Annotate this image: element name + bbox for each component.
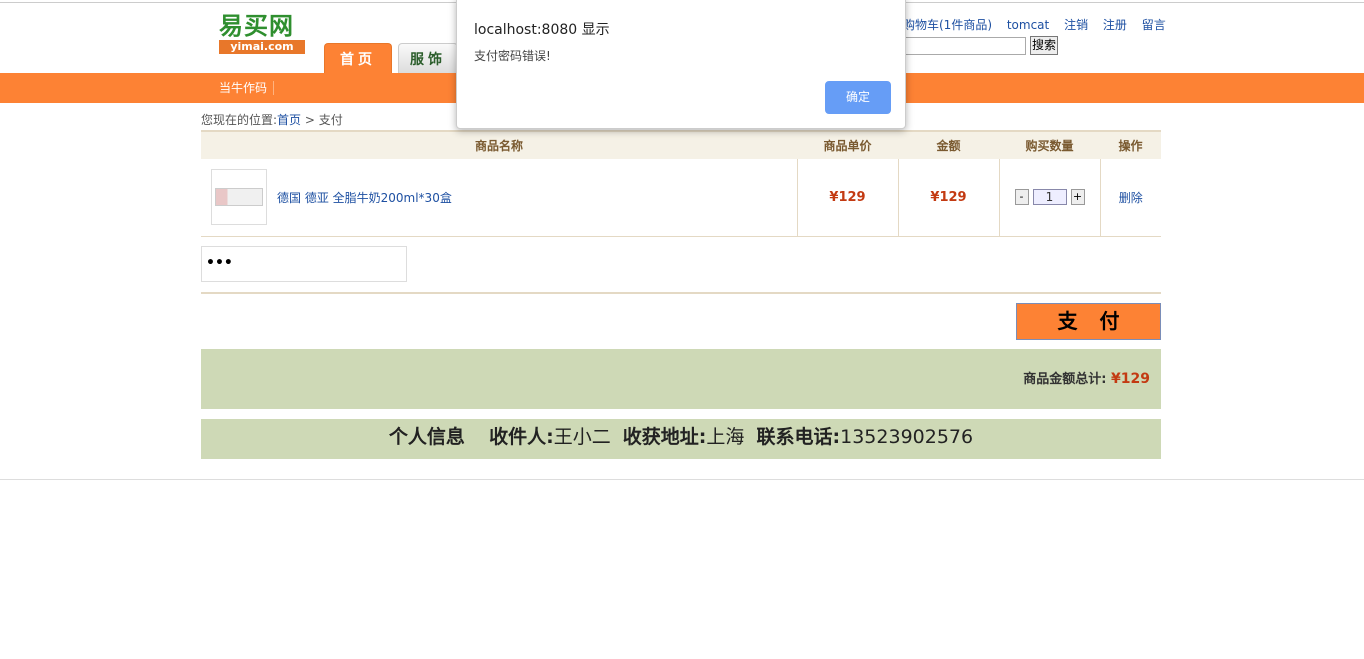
- total-label: 商品金额总计:: [1023, 372, 1107, 387]
- col-header-unit-price: 商品单价: [797, 130, 898, 159]
- col-header-name: 商品名称: [201, 130, 797, 159]
- dialog-message: 支付密码错误!: [474, 49, 551, 63]
- footer-divider: [0, 479, 1364, 480]
- divider: [201, 292, 1161, 294]
- col-header-action: 操作: [1100, 130, 1161, 159]
- logo-text-en: yimai.com: [219, 40, 305, 54]
- receiver-name: 王小二: [553, 426, 611, 448]
- alert-dialog: localhost:8080 显示 支付密码错误! 确定: [456, 0, 906, 129]
- message-link[interactable]: 留言: [1142, 18, 1166, 32]
- total-panel: 商品金额总计: ¥129: [201, 349, 1161, 409]
- sub-nav-item[interactable]: 当牛作码: [219, 81, 275, 95]
- search-input[interactable]: [905, 37, 1026, 55]
- logout-link[interactable]: 注销: [1064, 18, 1088, 32]
- product-name[interactable]: 德国 德亚 全脂牛奶200ml*30盒: [277, 189, 452, 206]
- tab-home[interactable]: 首页: [324, 43, 392, 73]
- logo-text-cn: 易买网: [219, 11, 294, 40]
- dialog-title: localhost:8080 显示: [474, 22, 610, 38]
- top-links: 购物车(1件商品) tomcat 注销 注册 留言: [903, 16, 1177, 33]
- receiver-section-title: 个人信息: [388, 426, 465, 448]
- user-link[interactable]: tomcat: [1007, 18, 1049, 32]
- tab-clothing[interactable]: 服饰: [398, 43, 458, 73]
- breadcrumb-current: 支付: [318, 113, 343, 127]
- receiver-phone: 13523902576: [840, 426, 974, 448]
- delete-link[interactable]: 删除: [1119, 191, 1143, 205]
- table-row: 德国 德亚 全脂牛奶200ml*30盒 ¥129 ¥129 - 1 + 删除: [201, 159, 1161, 237]
- receiver-addr-label: 收获地址:: [622, 426, 707, 448]
- receiver-addr: 上海: [706, 426, 745, 448]
- product-thumbnail[interactable]: [211, 169, 267, 226]
- amount: ¥129: [930, 189, 967, 205]
- receiver-phone-label: 联系电话:: [756, 426, 841, 448]
- total-label-group: 商品金额总计: ¥129: [1023, 368, 1150, 387]
- cart-link[interactable]: 购物车(1件商品): [903, 18, 992, 32]
- dialog-ok-button[interactable]: 确定: [825, 81, 891, 114]
- col-header-qty: 购买数量: [999, 130, 1100, 159]
- receiver-info-panel: 个人信息 收件人:王小二 收获地址:上海 联系电话:13523902576: [201, 419, 1161, 459]
- qty-input[interactable]: 1: [1032, 189, 1067, 206]
- receiver-name-label: 收件人:: [489, 426, 554, 448]
- qty-minus-button[interactable]: -: [1014, 189, 1029, 206]
- pay-button[interactable]: 支付: [1016, 303, 1161, 340]
- search-button[interactable]: 搜索: [1030, 36, 1058, 55]
- site-logo[interactable]: 易买网 yimai.com: [219, 12, 305, 56]
- payment-password-input[interactable]: •••: [201, 246, 407, 282]
- qty-plus-button[interactable]: +: [1070, 189, 1085, 206]
- unit-price: ¥129: [829, 189, 866, 205]
- col-header-amount: 金额: [898, 130, 999, 159]
- breadcrumb-home[interactable]: 首页: [277, 113, 301, 127]
- cart-table: 商品名称 商品单价 金额 购买数量 操作 德国 德亚 全脂牛奶200ml*30盒…: [201, 130, 1161, 237]
- register-link[interactable]: 注册: [1103, 18, 1127, 32]
- quantity-stepper: - 1 +: [1014, 189, 1085, 206]
- breadcrumb-prefix: 您现在的位置:: [201, 113, 278, 127]
- total-amount: ¥129: [1111, 371, 1150, 387]
- breadcrumb: 您现在的位置:首页 > 支付: [201, 111, 343, 128]
- breadcrumb-sep: >: [304, 113, 315, 127]
- product-cell: 德国 德亚 全脂牛奶200ml*30盒: [201, 169, 797, 226]
